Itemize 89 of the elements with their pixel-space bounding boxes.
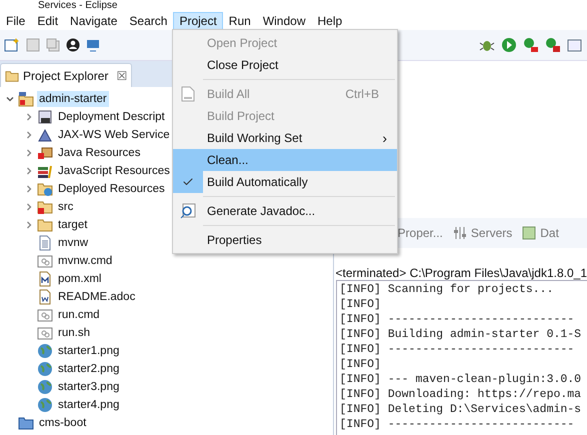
console-line: [INFO] bbox=[338, 297, 382, 312]
tree-item[interactable]: starter2.png bbox=[56, 361, 122, 377]
globe-icon bbox=[37, 361, 53, 377]
console-header: <terminated> C:\Program Files\Java\jdk1.8.0_1 bbox=[334, 266, 587, 280]
user-icon[interactable] bbox=[66, 38, 80, 52]
console-line: [INFO] Building admin-starter 0.1-S bbox=[338, 327, 582, 342]
save-icon[interactable] bbox=[26, 38, 40, 52]
chevron-right-icon[interactable] bbox=[25, 203, 33, 211]
script-file-icon bbox=[37, 307, 53, 323]
menu-entry[interactable]: Properties bbox=[173, 229, 397, 251]
console-line: [INFO] --------------------------- bbox=[338, 417, 576, 432]
run-icon[interactable] bbox=[501, 37, 517, 53]
tree-item[interactable]: README.adoc bbox=[56, 289, 138, 305]
globe-icon bbox=[37, 379, 53, 395]
console-line: [INFO] --------------------------- bbox=[338, 342, 576, 357]
maven-file-icon bbox=[37, 271, 53, 287]
closed-folder-icon bbox=[18, 415, 34, 431]
window-title: Services - Eclipse bbox=[38, 0, 118, 11]
tree-item[interactable]: admin-starter bbox=[37, 91, 109, 107]
tree-item[interactable]: pom.xml bbox=[56, 271, 104, 287]
binary-file-icon bbox=[181, 86, 195, 102]
menu-item[interactable]: Help bbox=[312, 12, 348, 30]
globe-icon bbox=[37, 343, 53, 359]
tree-item[interactable]: Java Resources bbox=[56, 145, 142, 161]
console-line: [INFO] Deleting D:\Services\admin-s bbox=[338, 402, 582, 417]
menu-item[interactable]: Window bbox=[256, 12, 312, 30]
save-all-icon[interactable] bbox=[46, 38, 60, 52]
tree-item[interactable]: starter3.png bbox=[56, 379, 122, 395]
tree-item[interactable]: JavaScript Resources bbox=[56, 163, 172, 179]
java-resources-icon bbox=[37, 145, 53, 161]
tree-item[interactable]: run.cmd bbox=[56, 307, 102, 323]
chevron-right-icon[interactable] bbox=[25, 113, 33, 121]
view-tab[interactable]: Servers bbox=[452, 224, 512, 242]
folder-error-icon bbox=[37, 199, 53, 215]
menu-item[interactable]: Navigate bbox=[64, 12, 124, 30]
new-file-icon[interactable] bbox=[4, 37, 20, 53]
monitor-icon[interactable] bbox=[86, 38, 100, 52]
tree-item[interactable]: target bbox=[56, 217, 90, 233]
menu-item[interactable]: File bbox=[0, 12, 32, 30]
folder-globe-icon bbox=[37, 181, 53, 197]
text-file-icon bbox=[37, 235, 53, 251]
console-line: [INFO] bbox=[338, 357, 382, 372]
tab-label: Project Explorer bbox=[23, 68, 108, 84]
check-icon bbox=[182, 176, 194, 188]
tree-item[interactable]: cms-boot bbox=[37, 415, 88, 431]
tree-item[interactable]: Deployed Resources bbox=[56, 181, 167, 197]
tree-item[interactable]: mvnw.cmd bbox=[56, 253, 114, 269]
menu-entry[interactable]: Clean... bbox=[173, 149, 397, 171]
console-line: [INFO] Scanning for projects... bbox=[338, 282, 554, 297]
chevron-right-icon[interactable] bbox=[25, 221, 33, 229]
console-line: [INFO] Downloading: https://repo.ma bbox=[338, 387, 582, 402]
menu-item[interactable]: Run bbox=[222, 12, 257, 30]
close-icon[interactable]: ☒ bbox=[116, 66, 128, 84]
menu-entry[interactable]: Build Automatically bbox=[173, 171, 397, 193]
tree-item[interactable]: JAX-WS Web Service bbox=[56, 127, 172, 143]
perspective-icon[interactable] bbox=[567, 37, 583, 53]
globe-icon bbox=[37, 397, 53, 413]
menu-entry[interactable]: Build Working Set › bbox=[173, 127, 397, 149]
document-icon bbox=[37, 289, 53, 305]
chevron-down-icon[interactable] bbox=[6, 95, 14, 103]
folder-icon bbox=[5, 68, 19, 82]
console-line: [INFO] --------------------------- bbox=[338, 312, 576, 327]
chevron-right-icon[interactable] bbox=[25, 185, 33, 193]
explorer-tab[interactable]: Project Explorer ☒ bbox=[0, 63, 132, 87]
menu-entry[interactable]: Generate Javadoc... bbox=[173, 200, 397, 222]
sliders-icon bbox=[452, 226, 467, 240]
tree-item[interactable]: starter4.png bbox=[56, 397, 122, 413]
tree-item[interactable]: src bbox=[56, 199, 76, 215]
submenu-arrow-icon: › bbox=[382, 128, 397, 148]
view-tab[interactable]: Dat bbox=[522, 224, 559, 242]
chevron-right-icon[interactable] bbox=[25, 167, 33, 175]
menu-entry[interactable]: Close Project bbox=[173, 54, 397, 76]
tree-item[interactable]: run.sh bbox=[56, 325, 92, 341]
folder-icon bbox=[37, 217, 53, 233]
tree-item[interactable]: starter1.png bbox=[56, 343, 122, 359]
service-icon bbox=[37, 127, 53, 143]
menu-item[interactable]: Search bbox=[123, 12, 174, 30]
chevron-right-icon[interactable] bbox=[25, 149, 33, 157]
descriptor-icon bbox=[37, 109, 53, 125]
project-icon bbox=[18, 91, 34, 107]
script-file-icon bbox=[37, 325, 53, 341]
console-line: [INFO] --- maven-clean-plugin:3.0.0 bbox=[338, 372, 582, 387]
chevron-right-icon[interactable] bbox=[25, 131, 33, 139]
books-icon bbox=[37, 163, 53, 179]
shortcut-text: Ctrl+B bbox=[345, 86, 380, 103]
script-file-icon bbox=[37, 253, 53, 269]
tree-item[interactable]: Deployment Descript bbox=[56, 109, 167, 125]
menu-item[interactable]: Edit bbox=[31, 12, 64, 30]
tree-item[interactable]: mvnw bbox=[56, 235, 90, 251]
